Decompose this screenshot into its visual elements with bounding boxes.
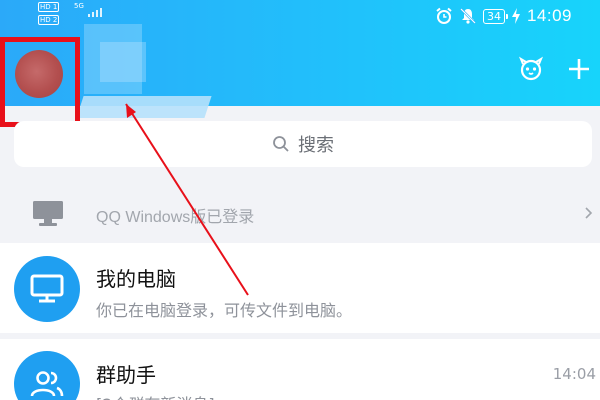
monitor-icon xyxy=(14,256,80,322)
chevron-right-icon xyxy=(585,207,593,219)
alarm-icon xyxy=(436,7,452,24)
device-login-notice[interactable] xyxy=(0,192,600,234)
charging-icon xyxy=(511,8,520,24)
device-notice-text: QQ Windows版已登录 xyxy=(96,209,255,226)
network-type: 5G xyxy=(74,2,84,10)
sim-indicators: HD 1 HD 2 xyxy=(38,2,60,25)
conversation-title: 我的电脑 xyxy=(96,267,176,291)
avatar[interactable] xyxy=(15,50,63,98)
sim2-badge: HD 2 xyxy=(38,15,60,25)
search-bar[interactable]: 搜索 xyxy=(14,121,592,167)
list-item[interactable]: 我的电脑 你已在电脑登录，可传文件到电脑。 xyxy=(0,243,600,333)
conversation-preview: 你已在电脑登录，可传文件到电脑。 xyxy=(96,301,353,320)
conversation-time: 14:04 xyxy=(552,365,596,383)
header-bar: HD 1 HD 2 5G 34 14:09 xyxy=(0,0,600,118)
conversation-title: 群助手 xyxy=(96,363,156,387)
avatar-highlight xyxy=(0,37,80,127)
plus-icon[interactable] xyxy=(566,56,592,82)
group-icon xyxy=(14,351,80,400)
list-item[interactable]: 群助手 [2个群有新消息] 14:04 xyxy=(0,339,600,400)
mute-icon xyxy=(460,8,476,24)
signal-icon xyxy=(88,8,102,17)
masked-status xyxy=(76,96,212,118)
clock: 14:09 xyxy=(526,6,572,25)
masked-nickname-part xyxy=(100,42,146,82)
pet-face-icon[interactable] xyxy=(518,56,544,82)
search-icon xyxy=(273,136,289,152)
conversation-list: 我的电脑 你已在电脑登录，可传文件到电脑。 群助手 [2个群有新消息] 14:0… xyxy=(0,243,600,400)
conversation-preview: [2个群有新消息] xyxy=(96,391,215,400)
battery-icon: 34 xyxy=(482,8,508,24)
desktop-icon xyxy=(33,201,63,226)
search-placeholder: 搜索 xyxy=(298,135,334,156)
sim1-badge: HD 1 xyxy=(38,2,60,12)
